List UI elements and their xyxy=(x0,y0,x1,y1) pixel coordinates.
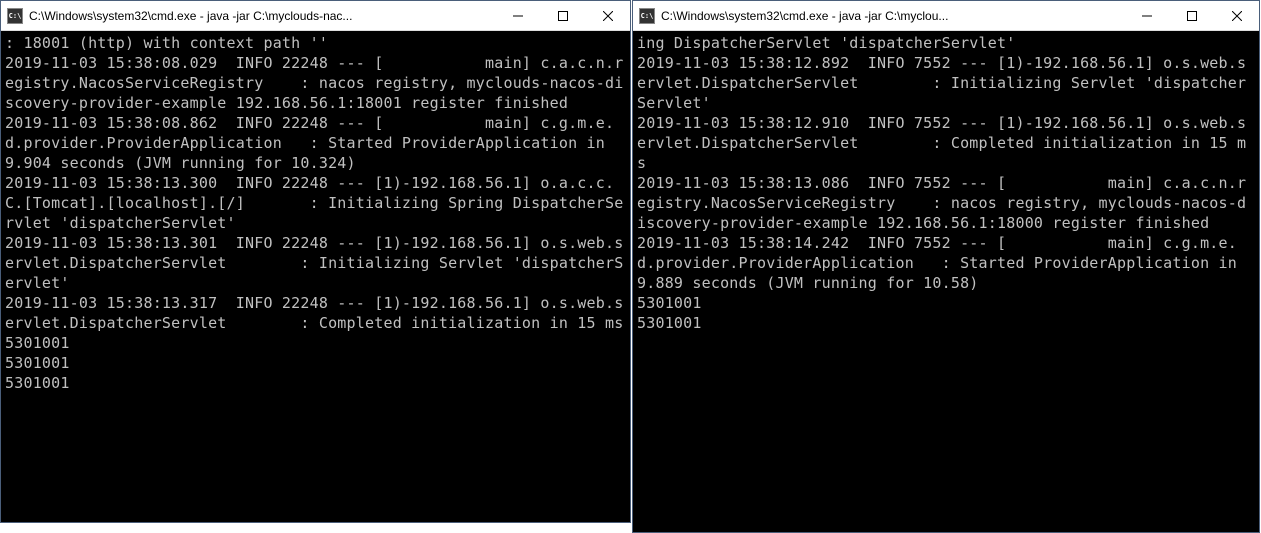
titlebar-text-left: C:\Windows\system32\cmd.exe - java -jar … xyxy=(29,9,495,23)
console-output-left[interactable]: : 18001 (http) with context path '' 2019… xyxy=(1,31,630,522)
cmd-window-right: C:\ C:\Windows\system32\cmd.exe - java -… xyxy=(632,0,1260,533)
titlebar-right[interactable]: C:\ C:\Windows\system32\cmd.exe - java -… xyxy=(633,1,1259,31)
close-button[interactable] xyxy=(585,1,630,30)
titlebar-buttons-right xyxy=(1124,1,1259,30)
cmd-icon: C:\ xyxy=(639,8,655,24)
titlebar-text-right: C:\Windows\system32\cmd.exe - java -jar … xyxy=(661,9,1124,23)
console-output-right[interactable]: ing DispatcherServlet 'dispatcherServlet… xyxy=(633,31,1259,532)
titlebar-left[interactable]: C:\ C:\Windows\system32\cmd.exe - java -… xyxy=(1,1,630,31)
maximize-button[interactable] xyxy=(540,1,585,30)
cmd-icon: C:\ xyxy=(7,8,23,24)
minimize-button[interactable] xyxy=(1124,1,1169,30)
titlebar-buttons-left xyxy=(495,1,630,30)
cmd-window-left: C:\ C:\Windows\system32\cmd.exe - java -… xyxy=(0,0,631,523)
maximize-button[interactable] xyxy=(1169,1,1214,30)
close-button[interactable] xyxy=(1214,1,1259,30)
minimize-button[interactable] xyxy=(495,1,540,30)
